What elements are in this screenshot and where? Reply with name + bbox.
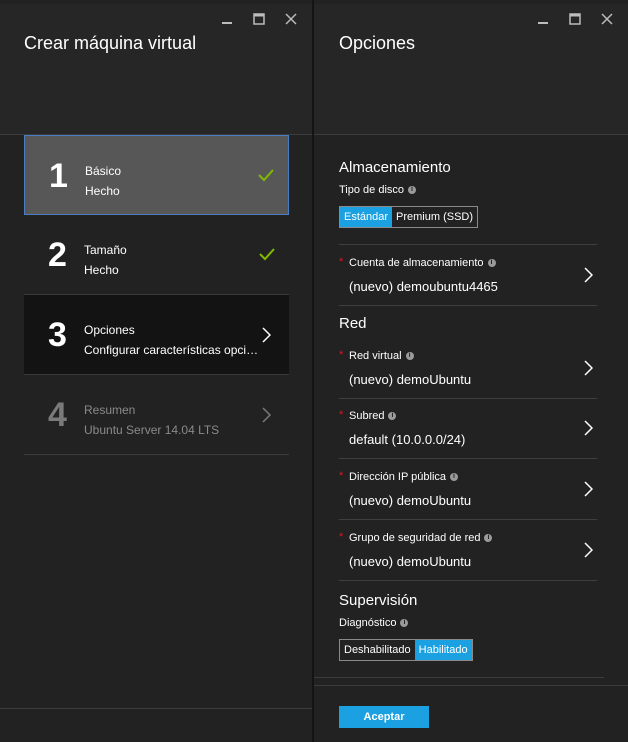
storage-account-value: (nuevo) demoubuntu4465 bbox=[349, 279, 498, 294]
blade-header: Opciones bbox=[314, 4, 628, 135]
diagnostics-label: Diagnóstico i bbox=[339, 617, 409, 629]
step-title: Tamaño bbox=[84, 243, 127, 257]
virtual-network-label-text: Red virtual bbox=[349, 350, 402, 362]
close-icon[interactable] bbox=[282, 10, 300, 28]
step-number: 4 bbox=[48, 396, 67, 434]
diag-option-enabled[interactable]: Habilitado bbox=[414, 640, 472, 660]
step-title: Opciones bbox=[84, 323, 135, 337]
divider bbox=[0, 708, 312, 709]
diag-option-disabled[interactable]: Deshabilitado bbox=[340, 640, 415, 660]
chevron-right-icon bbox=[584, 542, 593, 558]
virtual-network-row[interactable]: * Red virtual i (nuevo) demoUbuntu bbox=[339, 338, 597, 399]
blade-title: Opciones bbox=[339, 33, 416, 53]
minimize-icon[interactable] bbox=[534, 10, 552, 28]
required-marker: * bbox=[339, 256, 344, 268]
storage-account-row[interactable]: * Cuenta de almacenamiento i (nuevo) dem… bbox=[339, 244, 597, 306]
info-icon[interactable]: i bbox=[408, 186, 417, 194]
diagnostics-toggle: Deshabilitado Habilitado bbox=[339, 639, 473, 661]
info-icon[interactable]: i bbox=[450, 473, 459, 481]
step-number: 2 bbox=[48, 236, 67, 274]
info-icon[interactable]: i bbox=[400, 619, 409, 627]
storage-heading: Almacenamiento bbox=[339, 159, 451, 176]
step-subtitle: Configurar características opcio... bbox=[84, 343, 262, 357]
step-size[interactable]: 2 Tamaño Hecho bbox=[24, 215, 289, 295]
subnet-label: Subred i bbox=[349, 410, 397, 422]
virtual-network-value: (nuevo) demoUbuntu bbox=[349, 372, 472, 387]
info-icon[interactable]: i bbox=[388, 412, 397, 420]
disk-option-premium[interactable]: Premium (SSD) bbox=[392, 207, 477, 227]
step-options[interactable]: 3 Opciones Configurar características op… bbox=[24, 295, 289, 375]
checkmark-icon bbox=[259, 248, 275, 261]
step-number: 1 bbox=[49, 157, 68, 195]
required-marker: * bbox=[339, 349, 344, 361]
public-ip-label: Dirección IP pública i bbox=[349, 471, 459, 483]
chevron-right-icon bbox=[262, 407, 271, 423]
public-ip-value: (nuevo) demoUbuntu bbox=[349, 493, 472, 508]
create-vm-blade: Crear máquina virtual 1 Básico Hecho 2 T… bbox=[0, 0, 312, 742]
nsg-label: Grupo de seguridad de red i bbox=[349, 532, 493, 544]
virtual-network-label: Red virtual i bbox=[349, 350, 414, 362]
checkmark-icon bbox=[258, 169, 274, 182]
blade-title: Crear máquina virtual bbox=[24, 33, 197, 53]
storage-account-label-text: Cuenta de almacenamiento bbox=[349, 257, 484, 269]
info-icon[interactable]: i bbox=[487, 259, 496, 267]
storage-account-label: Cuenta de almacenamiento i bbox=[349, 257, 496, 269]
disk-type-label-text: Tipo de disco bbox=[339, 184, 405, 196]
step-subtitle: Hecho bbox=[85, 184, 120, 198]
accept-button[interactable]: Aceptar bbox=[339, 706, 429, 728]
footer-divider bbox=[314, 685, 628, 686]
step-title: Resumen bbox=[84, 403, 136, 417]
required-marker: * bbox=[339, 470, 344, 482]
chevron-right-icon bbox=[584, 420, 593, 436]
subnet-label-text: Subred bbox=[349, 410, 385, 422]
nsg-row[interactable]: * Grupo de seguridad de red i (nuevo) de… bbox=[339, 520, 597, 581]
wizard-steps: 1 Básico Hecho 2 Tamaño Hecho 3 Opciones… bbox=[24, 135, 289, 455]
required-marker: * bbox=[339, 409, 344, 421]
info-icon[interactable]: i bbox=[405, 352, 414, 360]
disk-type-toggle: Estándar Premium (SSD) bbox=[339, 206, 479, 228]
minimize-icon[interactable] bbox=[218, 10, 236, 28]
step-subtitle: Hecho bbox=[84, 263, 119, 277]
maximize-icon[interactable] bbox=[566, 10, 584, 28]
monitoring-heading: Supervisión bbox=[339, 592, 418, 609]
close-icon[interactable] bbox=[598, 10, 616, 28]
window-controls bbox=[218, 10, 300, 28]
disk-option-standard[interactable]: Estándar bbox=[340, 207, 393, 227]
chevron-right-icon bbox=[584, 481, 593, 497]
blade-header: Crear máquina virtual bbox=[0, 4, 312, 135]
disk-type-label: Tipo de disco i bbox=[339, 184, 417, 196]
chevron-right-icon bbox=[584, 267, 593, 283]
step-basic[interactable]: 1 Básico Hecho bbox=[24, 135, 289, 215]
required-marker: * bbox=[339, 531, 344, 543]
step-summary[interactable]: 4 Resumen Ubuntu Server 14.04 LTS bbox=[24, 375, 289, 455]
window-controls bbox=[534, 10, 616, 28]
divider bbox=[314, 677, 604, 678]
nsg-value: (nuevo) demoUbuntu bbox=[349, 554, 472, 569]
chevron-right-icon bbox=[584, 360, 593, 376]
subnet-row[interactable]: * Subred i default (10.0.0.0/24) bbox=[339, 398, 597, 459]
step-number: 3 bbox=[48, 316, 67, 354]
maximize-icon[interactable] bbox=[250, 10, 268, 28]
step-subtitle: Ubuntu Server 14.04 LTS bbox=[84, 423, 220, 437]
subnet-value: default (10.0.0.0/24) bbox=[349, 432, 466, 447]
diagnostics-label-text: Diagnóstico bbox=[339, 617, 397, 629]
public-ip-label-text: Dirección IP pública bbox=[349, 471, 447, 483]
nsg-label-text: Grupo de seguridad de red bbox=[349, 532, 481, 544]
info-icon[interactable]: i bbox=[484, 534, 493, 542]
options-blade: Opciones Almacenamiento Tipo de disco i … bbox=[314, 0, 628, 742]
step-title: Básico bbox=[85, 164, 122, 178]
network-heading: Red bbox=[339, 315, 367, 332]
public-ip-row[interactable]: * Dirección IP pública i (nuevo) demoUbu… bbox=[339, 459, 597, 520]
chevron-right-icon bbox=[262, 327, 271, 343]
